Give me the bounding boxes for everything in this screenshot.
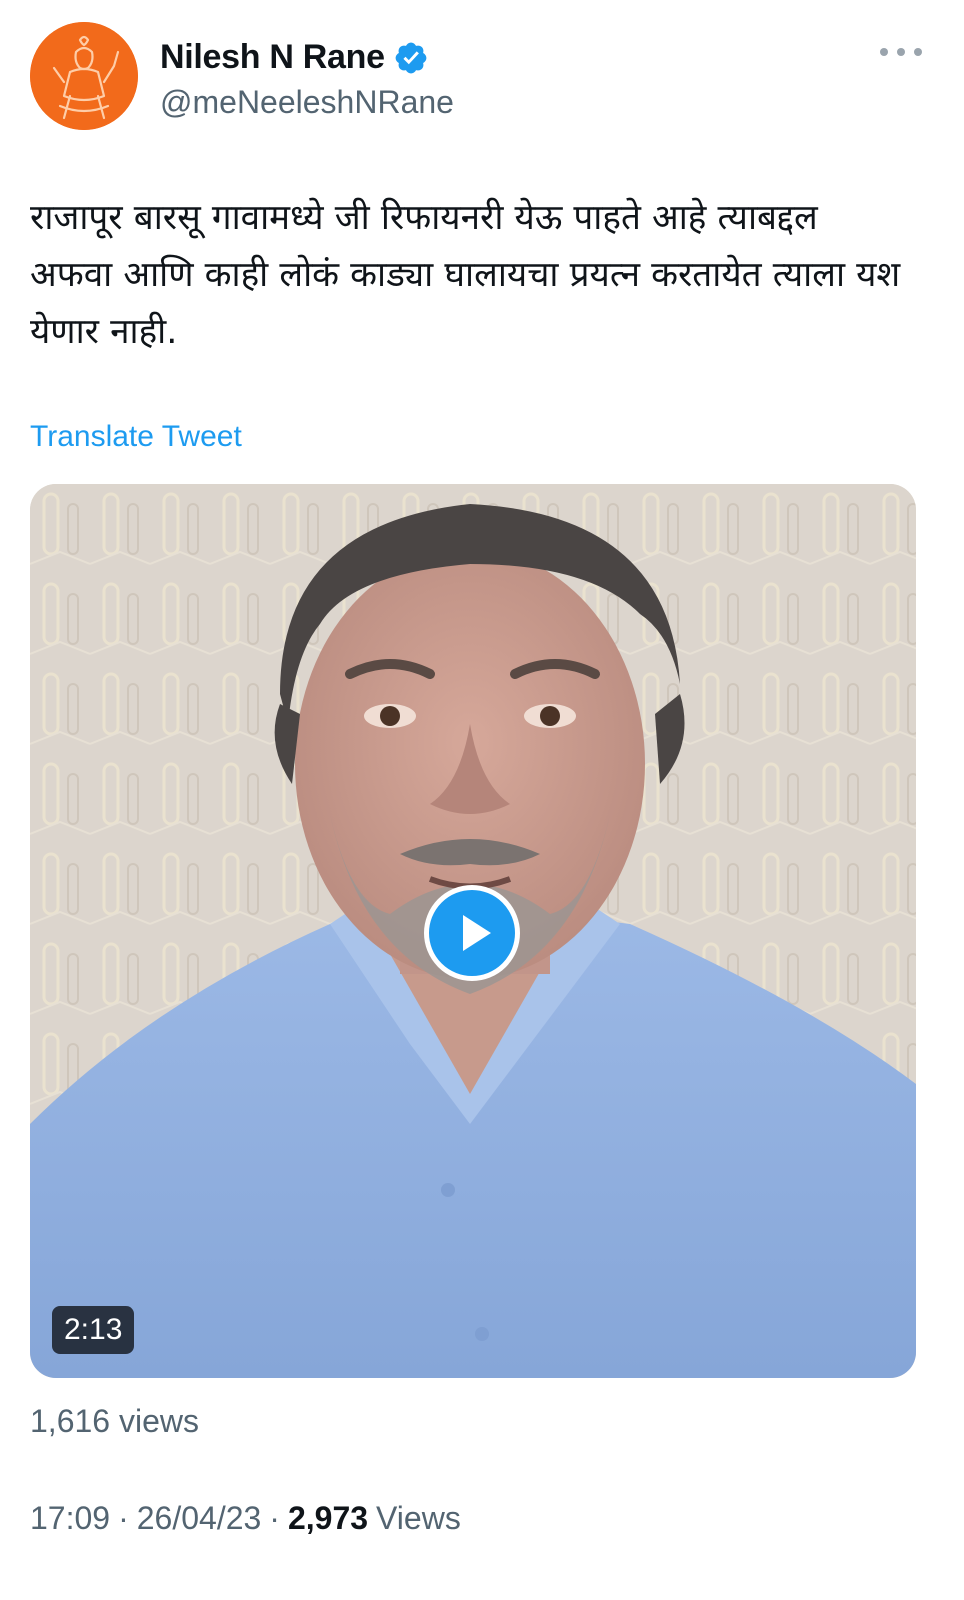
translate-tweet-link[interactable]: Translate Tweet	[30, 420, 242, 454]
play-icon[interactable]	[424, 885, 520, 981]
video-player[interactable]: 2:13	[30, 484, 916, 1378]
tweet-views-number[interactable]: 2,973	[288, 1500, 368, 1537]
tweet-meta: 17:09 · 26/04/23 · 2,973 Views	[30, 1500, 461, 1537]
name-row: Nilesh N Rane	[160, 38, 429, 77]
more-options-icon[interactable]	[880, 40, 922, 64]
tweet-text: राजापूर बारसू गावामध्ये जी रिफायनरी येऊ …	[30, 198, 901, 352]
display-name[interactable]: Nilesh N Rane	[160, 38, 385, 77]
video-duration-badge: 2:13	[52, 1306, 135, 1354]
verified-badge-icon	[393, 40, 429, 76]
avatar[interactable]	[30, 22, 138, 130]
deity-silhouette-avatar-icon	[30, 22, 138, 130]
tweet-header: Nilesh N Rane @meNeeleshNRane	[30, 22, 934, 132]
tweet-views-label: Views	[376, 1500, 461, 1536]
tweet-time[interactable]: 17:09	[30, 1500, 110, 1537]
separator: ·	[118, 1500, 129, 1536]
tweet-date[interactable]: 26/04/23	[137, 1500, 262, 1537]
video-view-count: 1,616 views	[30, 1403, 199, 1439]
user-handle[interactable]: @meNeeleshNRane	[160, 84, 454, 121]
separator: ·	[269, 1500, 280, 1536]
